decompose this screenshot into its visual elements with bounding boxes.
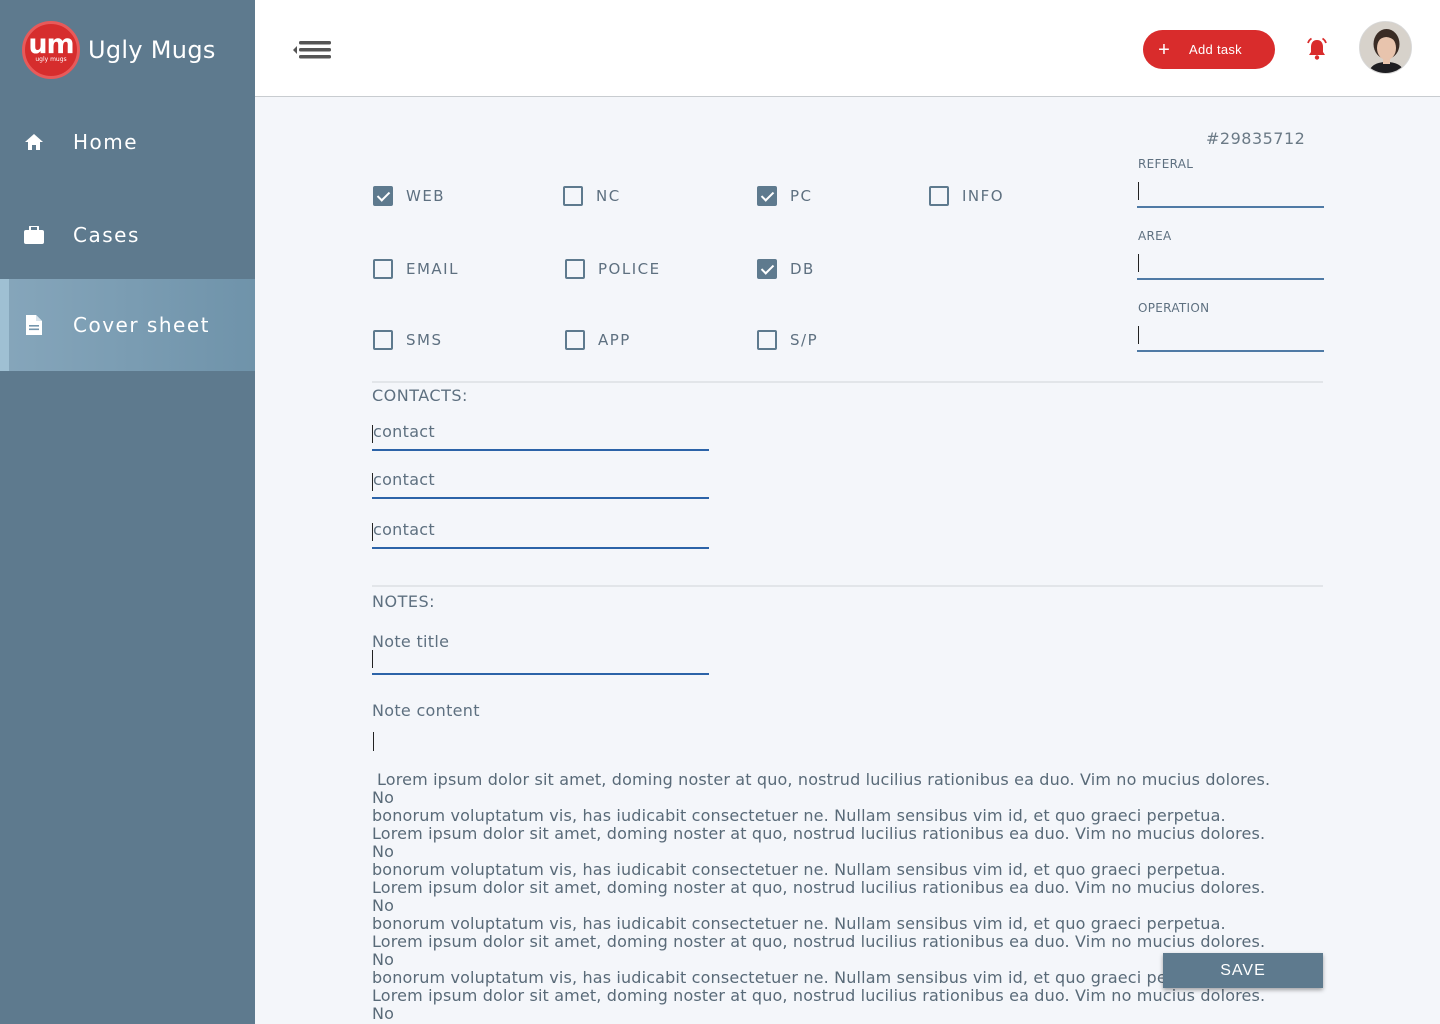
document-icon xyxy=(24,315,44,335)
checkbox-label: INFO xyxy=(962,187,1005,205)
referal-input[interactable] xyxy=(1137,178,1324,208)
add-task-button[interactable]: + Add task xyxy=(1143,30,1275,69)
case-id: #29835712 xyxy=(1206,129,1306,148)
logo-text: um xyxy=(28,29,74,60)
checkbox-box[interactable] xyxy=(929,186,949,206)
sidebar-item-home[interactable]: Home xyxy=(0,96,255,188)
note-content-textarea[interactable]: Lorem ipsum dolor sit amet, doming noste… xyxy=(372,732,1277,1024)
note-title-input[interactable] xyxy=(372,650,709,675)
operation-input[interactable] xyxy=(1137,322,1324,352)
notes-title: NOTES: xyxy=(372,592,435,611)
checkbox-label: S/P xyxy=(790,331,819,349)
area-input[interactable] xyxy=(1137,250,1324,280)
briefcase-icon xyxy=(24,225,44,245)
checkbox-box[interactable] xyxy=(563,186,583,206)
text-caret xyxy=(1138,182,1139,200)
user-avatar[interactable] xyxy=(1359,21,1412,74)
sidebar-item-label: Cover sheet xyxy=(73,313,210,337)
area-label: AREA xyxy=(1138,229,1172,243)
add-task-label: Add task xyxy=(1189,42,1242,57)
checkbox-police[interactable]: POLICE xyxy=(565,259,661,279)
contact-placeholder: contact xyxy=(373,520,435,539)
checkbox-label: APP xyxy=(598,331,631,349)
note-title-placeholder: Note title xyxy=(372,632,450,651)
checkbox-label: POLICE xyxy=(598,260,661,278)
checkbox-sms[interactable]: SMS xyxy=(373,330,443,350)
checkbox-label: WEB xyxy=(406,187,446,205)
sidebar-item-label: Cases xyxy=(73,223,140,247)
checkbox-label: DB xyxy=(790,260,815,278)
checkbox-box[interactable] xyxy=(373,259,393,279)
logo-subtext: ugly mugs xyxy=(35,56,67,63)
note-content-label: Note content xyxy=(372,701,480,720)
logo: um ugly mugs xyxy=(22,21,80,79)
sidebar-item-cases[interactable]: Cases xyxy=(0,189,255,281)
checkbox-info[interactable]: INFO xyxy=(929,186,1004,206)
operation-label: OPERATION xyxy=(1138,301,1210,315)
checkbox-box[interactable] xyxy=(565,330,585,350)
contact-placeholder: contact xyxy=(373,470,435,489)
notification-bell-icon[interactable] xyxy=(1305,37,1329,61)
checkbox-label: NC xyxy=(596,187,621,205)
checkbox-nc[interactable]: NC xyxy=(563,186,621,206)
contact-input[interactable]: contact xyxy=(372,417,709,451)
sidebar-item-cover-sheet[interactable]: Cover sheet xyxy=(0,279,255,371)
checkbox-box[interactable] xyxy=(757,330,777,350)
checkbox-pc[interactable]: PC xyxy=(757,186,813,206)
checkbox-box[interactable] xyxy=(373,186,393,206)
checkbox-label: PC xyxy=(790,187,813,205)
contacts-title: CONTACTS: xyxy=(372,386,468,405)
checkbox-sp[interactable]: S/P xyxy=(757,330,818,350)
brand[interactable]: um ugly mugs Ugly Mugs xyxy=(22,21,216,79)
checkbox-label: SMS xyxy=(406,331,443,349)
checkbox-web[interactable]: WEB xyxy=(373,186,445,206)
sidebar: um ugly mugs Ugly Mugs Home Cases Cover … xyxy=(0,0,255,1024)
text-caret xyxy=(1138,326,1139,344)
plus-icon: + xyxy=(1158,38,1170,61)
section-divider xyxy=(372,381,1323,383)
note-content-text: Lorem ipsum dolor sit amet, doming noste… xyxy=(372,770,1271,1024)
sidebar-item-label: Home xyxy=(73,130,139,154)
checkbox-box[interactable] xyxy=(373,330,393,350)
checkbox-email[interactable]: EMAIL xyxy=(373,259,459,279)
checkbox-box[interactable] xyxy=(757,259,777,279)
text-caret xyxy=(1138,254,1139,272)
contact-input[interactable]: contact xyxy=(372,465,709,499)
checkbox-label: EMAIL xyxy=(406,260,459,278)
brand-name: Ugly Mugs xyxy=(88,36,216,64)
text-caret xyxy=(373,732,374,751)
checkbox-db[interactable]: DB xyxy=(757,259,815,279)
checkbox-box[interactable] xyxy=(565,259,585,279)
home-icon xyxy=(24,132,44,152)
contact-input[interactable]: contact xyxy=(372,515,709,549)
top-header: + Add task xyxy=(255,0,1440,97)
text-caret xyxy=(372,650,373,668)
menu-toggle-icon[interactable] xyxy=(293,39,335,63)
checkbox-box[interactable] xyxy=(757,186,777,206)
referal-label: REFERAL xyxy=(1138,157,1194,171)
section-divider xyxy=(372,585,1323,587)
contact-placeholder: contact xyxy=(373,422,435,441)
checkbox-app[interactable]: APP xyxy=(565,330,631,350)
save-button[interactable]: SAVE xyxy=(1163,953,1323,988)
